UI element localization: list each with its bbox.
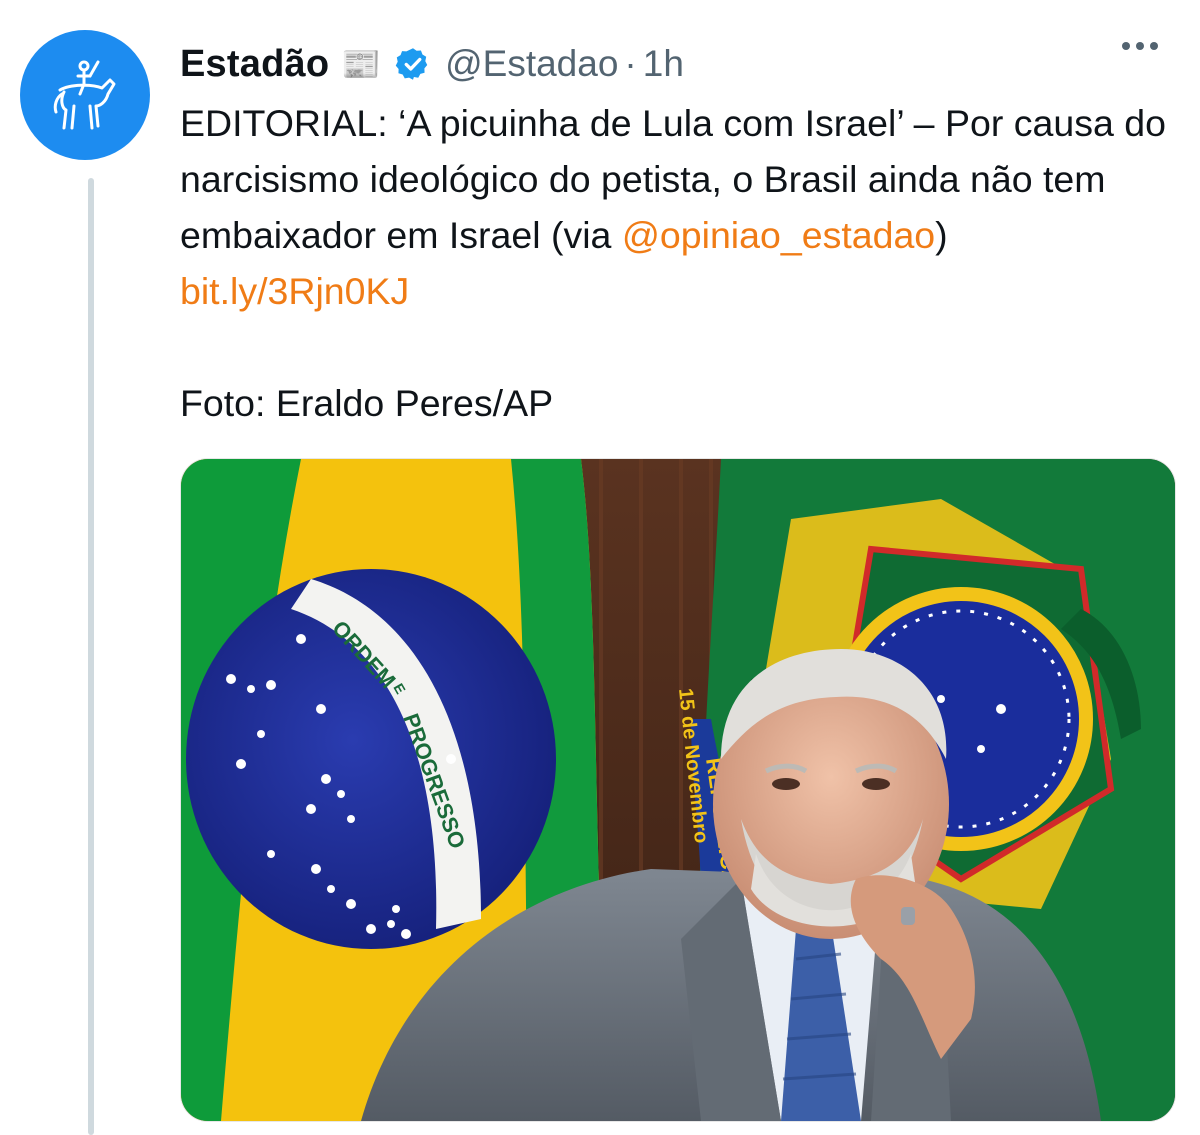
tweet-photo[interactable]: ORDEM E PROGRESSO REPÚBLICA 15 [180,458,1176,1122]
photo-credit: Foto: Eraldo Peres/AP [180,382,554,424]
thread-line [88,178,94,1135]
display-name[interactable]: Estadão [180,43,329,86]
more-options-icon[interactable] [1122,42,1158,50]
tweet-header: Estadão 📰 @Estadao · 1h [180,34,1180,94]
verified-badge-icon [395,48,428,80]
avatar[interactable] [20,30,150,160]
tweet-body-after: ) [935,214,959,256]
horse-rider-logo-icon [53,60,116,130]
handle[interactable]: @Estadao [445,43,618,85]
tweet-text: EDITORIAL: ‘A picuinha de Lula com Israe… [180,95,1170,431]
mention-link[interactable]: @opiniao_estadao [622,214,935,256]
photo-illustration: ORDEM E PROGRESSO REPÚBLICA 15 [181,459,1175,1121]
newspaper-emoji-icon: 📰 [341,46,382,82]
separator-dot: · [624,43,637,84]
url-link[interactable]: bit.ly/3Rjn0KJ [180,270,409,312]
timestamp[interactable]: 1h [643,43,684,85]
